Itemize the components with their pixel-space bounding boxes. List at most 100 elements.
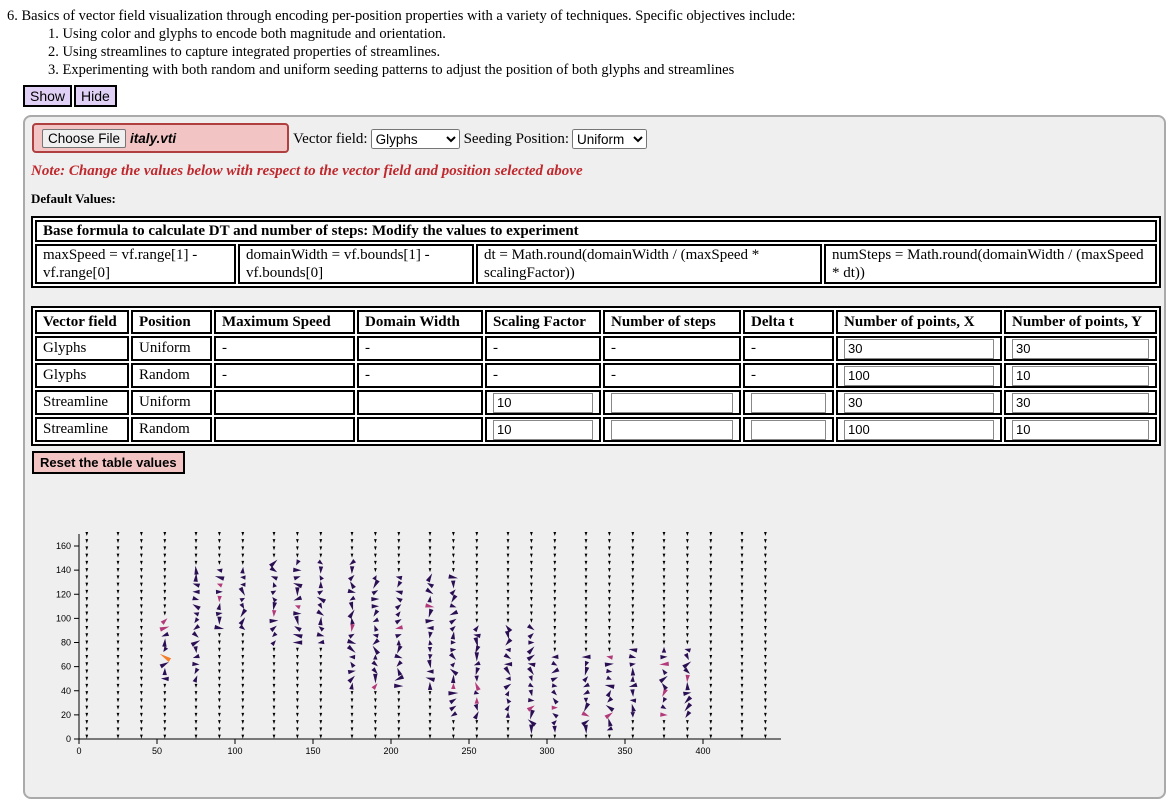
points-y-input[interactable] — [1012, 365, 1149, 386]
glyph-arrow — [528, 640, 535, 645]
glyph-arrow — [553, 560, 557, 565]
glyph-arrow — [506, 553, 510, 558]
glyph-arrow — [193, 646, 198, 654]
glyph-arrow — [630, 689, 635, 697]
glyph-arrow — [631, 618, 635, 623]
glyph-arrow — [475, 667, 481, 676]
glyph-arrow — [272, 582, 277, 588]
cell-position: Uniform — [131, 336, 212, 361]
glyph-arrow — [608, 589, 611, 594]
points-y-input[interactable] — [1012, 338, 1149, 359]
glyph-arrow — [709, 546, 713, 551]
hide-button[interactable]: Hide — [74, 85, 117, 107]
glyph-arrow — [116, 604, 120, 609]
file-picker[interactable]: Choose File italy.vti — [32, 123, 289, 153]
cell-scaling: - — [485, 336, 601, 361]
glyph-arrow — [740, 626, 744, 631]
scaling-factor-input[interactable] — [493, 392, 593, 413]
glyph-arrow — [396, 639, 401, 646]
glyph-arrow — [604, 662, 614, 667]
glyph-arrow — [606, 726, 613, 731]
glyph-arrow — [709, 575, 713, 580]
points-x-input[interactable] — [844, 365, 994, 386]
glyph-arrow — [194, 720, 198, 725]
glyph-arrow — [348, 601, 354, 611]
glyph-arrow — [160, 618, 168, 625]
glyph-arrow — [740, 676, 744, 681]
glyph-arrow — [631, 720, 635, 725]
glyph-arrow — [218, 676, 221, 681]
glyph-arrow — [553, 611, 557, 616]
glyph-arrow — [218, 647, 221, 652]
glyph-arrow — [506, 531, 510, 536]
glyph-arrow — [450, 674, 456, 684]
glyph-arrow — [449, 698, 457, 705]
glyph-arrow — [350, 720, 354, 725]
num-steps-input[interactable] — [611, 419, 733, 440]
col-header-points-y: Number of points, Y — [1004, 310, 1157, 334]
glyph-arrow — [764, 539, 767, 544]
x-tick-label: 350 — [617, 746, 632, 756]
glyph-arrow — [740, 727, 744, 732]
glyph-arrow — [140, 582, 143, 587]
glyph-arrow — [553, 626, 557, 631]
glyph-arrow — [631, 611, 635, 616]
glyph-arrow — [552, 712, 559, 719]
scaling-factor-input[interactable] — [493, 419, 593, 440]
glyph-arrow — [764, 568, 767, 573]
glyph-arrow — [685, 710, 692, 719]
glyph-arrow — [272, 705, 276, 710]
reset-table-button[interactable]: Reset the table values — [32, 451, 185, 474]
glyph-arrow — [319, 705, 323, 710]
glyph-arrow — [319, 575, 324, 581]
glyph-arrow — [686, 531, 689, 536]
glyph-arrow — [709, 705, 713, 710]
glyph-arrow — [397, 546, 401, 551]
cell-field: Glyphs — [35, 336, 129, 361]
choose-file-button[interactable]: Choose File — [42, 128, 127, 148]
glyph-arrow — [85, 654, 89, 659]
glyph-arrow — [475, 531, 479, 536]
glyph-arrow — [296, 546, 299, 551]
show-button[interactable]: Show — [23, 85, 73, 107]
points-x-input[interactable] — [844, 419, 994, 440]
glyph-arrow — [347, 588, 356, 594]
glyph-arrow — [319, 647, 323, 652]
glyph-arrow — [686, 626, 689, 631]
glyph-arrow — [218, 720, 221, 725]
glyph-arrow — [553, 618, 557, 623]
x-tick-label: 250 — [461, 746, 476, 756]
cell-points-x — [836, 336, 1002, 361]
glyph-arrow — [319, 669, 323, 674]
col-header-domain-width: Domain Width — [357, 310, 483, 334]
delta-t-input[interactable] — [751, 419, 826, 440]
points-x-input[interactable] — [844, 338, 994, 359]
glyph-arrow — [452, 553, 455, 558]
glyph-arrow — [506, 618, 510, 623]
points-y-input[interactable] — [1012, 419, 1149, 440]
glyph-arrow — [192, 596, 200, 601]
vector-field-select[interactable]: Glyphs — [370, 129, 460, 149]
glyph-arrow — [218, 712, 221, 717]
glyph-arrow — [552, 697, 559, 705]
glyph-arrow — [631, 582, 635, 587]
glyph-arrow — [427, 681, 433, 691]
glyph-arrow — [293, 567, 302, 573]
glyph-arrow — [374, 727, 377, 732]
glyph-arrow — [319, 553, 323, 558]
delta-t-input[interactable] — [751, 392, 826, 413]
glyph-arrow — [764, 683, 767, 688]
points-y-input[interactable] — [1012, 392, 1149, 413]
num-steps-input[interactable] — [611, 392, 733, 413]
glyph-arrow — [660, 712, 668, 717]
glyph-arrow — [475, 727, 479, 732]
cell-scaling: - — [485, 363, 601, 388]
glyph-arrow — [448, 652, 457, 661]
glyph-arrow — [85, 712, 89, 717]
glyph-arrow — [452, 531, 455, 536]
glyph-arrow — [350, 691, 354, 696]
points-x-input[interactable] — [844, 392, 994, 413]
glyph-arrow — [296, 691, 299, 696]
glyph-arrow — [85, 705, 89, 710]
seeding-position-select[interactable]: Uniform — [572, 129, 647, 149]
